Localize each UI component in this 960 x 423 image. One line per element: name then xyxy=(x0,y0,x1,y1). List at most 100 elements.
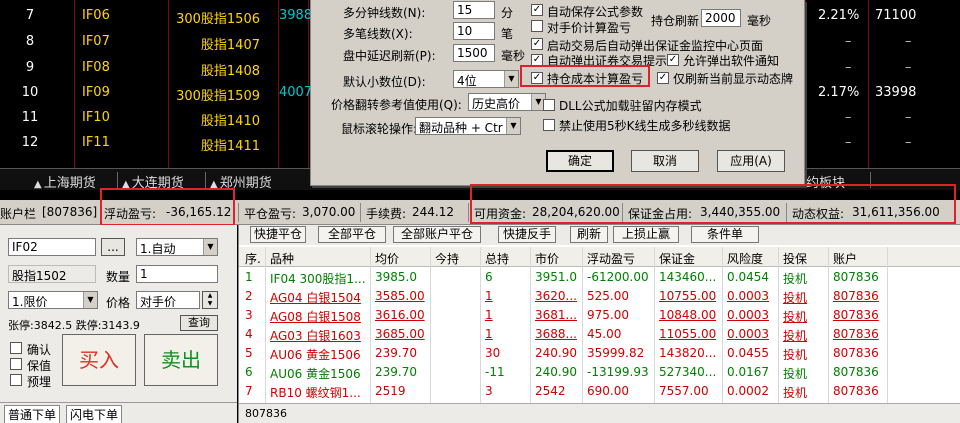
quote-d1: – xyxy=(845,135,852,150)
multi-count-label: 多笔线数(X): xyxy=(343,27,413,41)
cell-mkt: 3951.0 xyxy=(535,270,577,284)
chevron-down-icon: ▼ xyxy=(506,118,520,134)
quote-num: 12 xyxy=(21,135,39,150)
quick-close-button[interactable]: 快捷平仓 xyxy=(250,226,306,243)
trade-mode-select[interactable]: 1.自动 ▼ xyxy=(136,238,218,256)
fee-value: 244.12 xyxy=(412,205,454,219)
cell-name: AG08 白银1508 xyxy=(270,310,361,324)
chevron-down-icon: ▼ xyxy=(203,239,217,255)
check-dll-memory[interactable] xyxy=(543,99,555,111)
cell-mkt: 3620... xyxy=(535,289,577,303)
cell-seq: 7 xyxy=(245,384,253,398)
quote-name: 股指1411 xyxy=(200,139,260,154)
quote-code: IF08 xyxy=(82,60,110,75)
tab-flash-order[interactable]: 闪电下单 xyxy=(66,405,123,423)
close-pl-value: 3,070.00 xyxy=(302,205,356,219)
positions-header: 序. 品种 均价 今持 总持 市价 浮动盈亏 保证金 风险度 投保 账户 xyxy=(239,247,960,267)
conditional-order-button[interactable]: 条件单 xyxy=(691,226,759,243)
cell-risk: 0.0002 xyxy=(727,384,769,398)
close-all-accounts-button[interactable]: 全部账户平仓 xyxy=(393,226,481,243)
hedge-checkbox[interactable] xyxy=(10,358,22,370)
sell-button[interactable]: 卖出 xyxy=(144,334,218,386)
cell-margin: 143460... xyxy=(659,270,717,284)
cell-mkt: 240.90 xyxy=(535,365,577,379)
quick-reverse-button[interactable]: 快捷反手 xyxy=(498,226,556,243)
cell-margin: 11055.00 xyxy=(659,327,717,341)
cell-risk: 0.0167 xyxy=(727,365,769,379)
cell-seq: 5 xyxy=(245,346,253,360)
cell-hedge: 投机 xyxy=(783,272,808,286)
close-all-button[interactable]: 全部平仓 xyxy=(318,226,386,243)
decimal-select[interactable]: 4位 ▼ xyxy=(453,70,519,88)
table-row[interactable]: 1 IF04 300股指1... 3985.0 6 3951.0 -61200.00 143… xyxy=(239,269,960,287)
quote-name: 300股指1506 xyxy=(176,12,260,27)
positions-toolbar: 快捷平仓 全部平仓 全部账户平仓 快捷反手 刷新 上损止赢 条件单 xyxy=(239,225,960,245)
settings-dialog: 多分钟线数(N): 15 分 多笔线数(X): 10 笔 盘中延迟刷新(P): … xyxy=(310,0,805,186)
cell-seq: 6 xyxy=(245,365,253,379)
cell-mkt: 2542 xyxy=(535,384,566,398)
quote-num: 11 xyxy=(21,110,39,125)
tab-shanghai-futures[interactable]: ▲ 上海期货 xyxy=(34,172,96,191)
cell-mkt: 3688... xyxy=(535,327,577,341)
ok-button[interactable]: 确定 xyxy=(546,150,614,172)
preorder-checkbox[interactable] xyxy=(10,374,22,386)
cell-acct: 807836 xyxy=(833,327,879,341)
delay-refresh-input[interactable]: 1500 xyxy=(453,44,495,62)
positions-panel: 快捷平仓 全部平仓 全部账户平仓 快捷反手 刷新 上损止赢 条件单 序. 品种 … xyxy=(238,225,960,423)
cell-risk: 0.0003 xyxy=(727,289,769,303)
table-row[interactable]: 6 AU06 黄金1506 239.70 -11 240.90 -13199.93 5273… xyxy=(239,364,960,382)
cell-margin: 143820... xyxy=(659,346,717,360)
price-ref-select[interactable]: 历史高价 ▼ xyxy=(468,93,546,111)
confirm-checkbox[interactable] xyxy=(10,342,22,354)
table-row[interactable]: 2 AG04 白银1504 3585.00 1 3620... 525.00 10755.0… xyxy=(239,288,960,306)
stop-loss-button[interactable]: 上损止赢 xyxy=(613,226,679,243)
wheel-select[interactable]: 翻动品种 + Ctr ▼ xyxy=(415,117,521,135)
quote-vol: 33998 xyxy=(875,85,917,100)
min-period-input[interactable]: 15 xyxy=(453,1,495,19)
chevron-down-icon: ▼ xyxy=(504,71,518,87)
apply-button[interactable]: 应用(A) xyxy=(717,150,785,172)
cell-margin: 527340... xyxy=(659,365,717,379)
check-refresh-visible[interactable]: ✓ xyxy=(657,72,669,84)
cell-avg: 2519 xyxy=(375,384,406,398)
browse-button[interactable]: ... xyxy=(101,238,125,256)
check-disable-5s[interactable] xyxy=(543,119,555,131)
quantity-input[interactable]: 1 xyxy=(136,265,218,283)
cell-total: 3 xyxy=(485,384,493,398)
cell-name: AG03 白银1603 xyxy=(270,329,361,343)
check-counter-price[interactable] xyxy=(531,20,543,32)
cell-fpl: 525.00 xyxy=(587,289,629,303)
check-auto-save[interactable]: ✓ xyxy=(531,4,543,16)
tab-normal-order[interactable]: 普通下单 xyxy=(4,405,61,423)
cell-total: -11 xyxy=(485,365,505,379)
table-row[interactable]: 4 AG03 白银1603 3685.00 1 3688... 45.00 11055.00… xyxy=(239,326,960,344)
highlight-box xyxy=(100,188,235,226)
table-row[interactable]: 3 AG08 白银1508 3616.00 1 3681... 975.00 10848.0… xyxy=(239,307,960,325)
price-type-select[interactable]: 1.限价 ▼ xyxy=(8,291,98,309)
multi-count-input[interactable]: 10 xyxy=(453,22,495,40)
table-row[interactable]: 5 AU06 黄金1506 239.70 30 240.90 35999.82 143820… xyxy=(239,345,960,363)
cell-avg: 3985.0 xyxy=(375,270,417,284)
price-spinner[interactable]: ▲ ▼ xyxy=(202,291,218,309)
query-button[interactable]: 查询 xyxy=(180,315,218,331)
check-allow-notify[interactable]: ✓ xyxy=(667,54,679,66)
cancel-button[interactable]: 取消 xyxy=(631,150,699,172)
check-margin-popup[interactable]: ✓ xyxy=(531,38,543,50)
quote-code: IF11 xyxy=(82,135,110,150)
cell-total: 1 xyxy=(485,327,493,341)
contract-code-input[interactable]: IF02 xyxy=(8,238,96,256)
cell-avg: 3585.00 xyxy=(375,289,425,303)
wheel-label: 鼠标滚轮操作: xyxy=(341,122,418,136)
triangle-up-icon: ▲ xyxy=(34,179,42,190)
quote-num: 10 xyxy=(21,85,39,100)
hold-refresh-input[interactable]: 2000 xyxy=(701,9,741,27)
buy-button[interactable]: 买入 xyxy=(62,334,136,386)
cell-fpl: 690.00 xyxy=(587,384,629,398)
cell-mkt: 240.90 xyxy=(535,346,577,360)
price-input[interactable]: 对手价 xyxy=(136,291,200,309)
cell-fpl: 975.00 xyxy=(587,308,629,322)
cell-risk: 0.0003 xyxy=(727,327,769,341)
refresh-button[interactable]: 刷新 xyxy=(570,226,608,243)
table-row[interactable]: 7 RB10 螺纹钢1... 2519 3 2542 690.00 7557.00 0.000… xyxy=(239,383,960,401)
quote-name: 股指1408 xyxy=(200,64,260,79)
